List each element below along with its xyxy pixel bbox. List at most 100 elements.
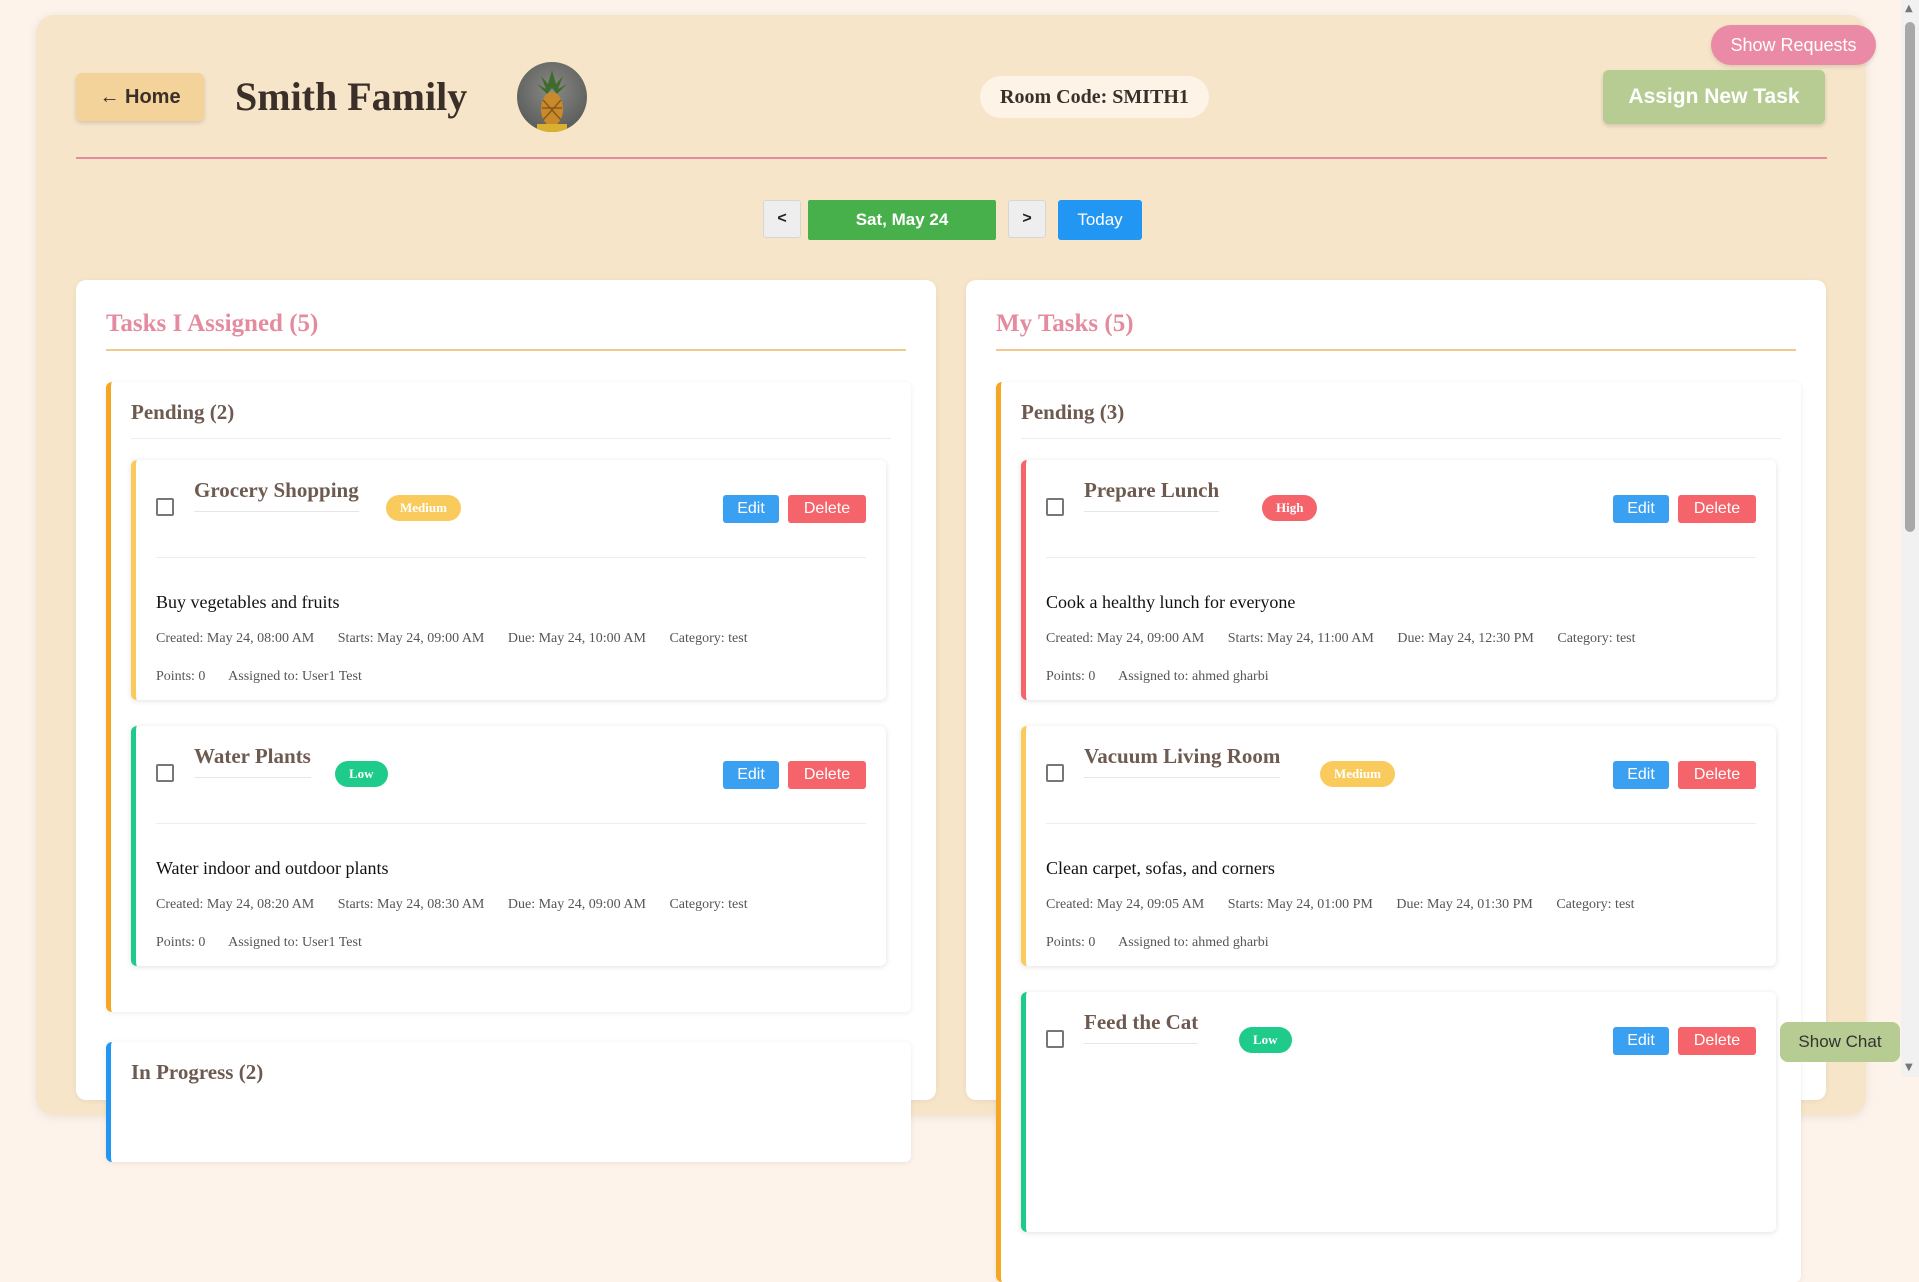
page-title: Smith Family (235, 74, 468, 119)
task-meta: Created: May 24, 09:05 AM Starts: May 24… (1046, 897, 1655, 913)
priority-badge: High (1262, 495, 1318, 521)
task-description: Clean carpet, sofas, and corners (1046, 858, 1275, 878)
edit-button[interactable]: Edit (1613, 761, 1669, 789)
task-created: Created: May 24, 09:00 AM (1046, 631, 1205, 646)
pending-group-title: Pending (3) (1021, 400, 1125, 424)
assigned-tasks-panel: Tasks I Assigned (5) Pending (2) Grocery… (76, 280, 936, 1162)
task-assignee: Assigned to: ahmed gharbi (1118, 669, 1269, 684)
scrollbar-thumb[interactable] (1905, 22, 1915, 532)
scroll-up-icon[interactable]: ▲ (1905, 3, 1913, 14)
task-assignee: Assigned to: ahmed gharbi (1118, 935, 1269, 950)
task-category: Category: test (1557, 631, 1636, 646)
priority-badge: Low (1239, 1027, 1292, 1053)
task-due: Due: May 24, 12:30 PM (1397, 631, 1534, 646)
task-created: Created: May 24, 09:05 AM (1046, 897, 1205, 912)
pineapple-icon (537, 70, 567, 132)
task-description: Cook a healthy lunch for everyone (1046, 592, 1296, 612)
current-date: Sat, May 24 (808, 200, 996, 240)
task-title: Grocery Shopping (194, 478, 359, 512)
task-checkbox[interactable] (156, 764, 174, 782)
task-title: Prepare Lunch (1084, 478, 1220, 512)
task-points: Points: 0 (1046, 935, 1096, 950)
delete-button[interactable]: Delete (1678, 1027, 1756, 1055)
edit-button[interactable]: Edit (723, 495, 779, 523)
task-description: Buy vegetables and fruits (156, 592, 340, 612)
assign-new-task-button[interactable]: Assign New Task (1603, 70, 1825, 124)
task-meta: Created: May 24, 08:00 AM Starts: May 24… (156, 631, 768, 647)
task-starts: Starts: May 24, 09:00 AM (337, 631, 485, 646)
delete-button[interactable]: Delete (788, 495, 866, 523)
task-starts: Starts: May 24, 08:30 AM (337, 897, 485, 912)
task-divider (156, 823, 866, 824)
pending-group: Pending (3) Prepare Lunch High Edit Dele… (996, 382, 1801, 1282)
task-points: Points: 0 (156, 935, 206, 950)
task-assignee: Assigned to: User1 Test (228, 669, 362, 684)
previous-day-button[interactable]: < (763, 200, 801, 238)
task-starts: Starts: May 24, 01:00 PM (1227, 897, 1373, 912)
priority-badge: Medium (386, 495, 461, 521)
task-category: Category: test (669, 897, 748, 912)
home-button[interactable]: ← Home (76, 73, 204, 121)
show-requests-button[interactable]: Show Requests (1711, 25, 1876, 65)
task-card: Grocery Shopping Medium Edit Delete Buy … (131, 460, 886, 700)
assigned-tasks-title: Tasks I Assigned (5) (106, 310, 319, 337)
task-points: Points: 0 (156, 669, 206, 684)
task-checkbox[interactable] (1046, 764, 1064, 782)
date-navigation: < Sat, May 24 > Today (0, 200, 1919, 240)
task-created: Created: May 24, 08:00 AM (156, 631, 315, 646)
task-title: Feed the Cat (1084, 1010, 1199, 1044)
task-meta-2: Points: 0 Assigned to: ahmed gharbi (1046, 935, 1289, 951)
group-divider (1021, 438, 1781, 439)
task-divider (1046, 823, 1756, 824)
task-checkbox[interactable] (1046, 1030, 1064, 1048)
task-title: Vacuum Living Room (1084, 744, 1281, 778)
priority-badge: Medium (1320, 761, 1395, 787)
next-day-button[interactable]: > (1008, 200, 1046, 238)
task-checkbox[interactable] (156, 498, 174, 516)
task-category: Category: test (1556, 897, 1635, 912)
task-card: Feed the Cat Low Edit Delete (1021, 992, 1776, 1232)
task-description: Water indoor and outdoor plants (156, 858, 389, 878)
delete-button[interactable]: Delete (788, 761, 866, 789)
room-code-badge: Room Code: SMITH1 (980, 76, 1209, 118)
my-tasks-panel: My Tasks (5) Pending (3) Prepare Lunch H… (966, 280, 1826, 1282)
task-meta-2: Points: 0 Assigned to: User1 Test (156, 669, 382, 685)
task-checkbox[interactable] (1046, 498, 1064, 516)
task-due: Due: May 24, 01:30 PM (1396, 897, 1533, 912)
task-assignee: Assigned to: User1 Test (228, 935, 362, 950)
priority-badge: Low (335, 761, 388, 787)
pending-group: Pending (2) Grocery Shopping Medium Edit… (106, 382, 911, 1012)
delete-button[interactable]: Delete (1678, 495, 1756, 523)
task-meta-2: Points: 0 Assigned to: ahmed gharbi (1046, 669, 1289, 685)
avatar (517, 62, 587, 132)
show-chat-button[interactable]: Show Chat (1780, 1022, 1900, 1062)
task-card: Vacuum Living Room Medium Edit Delete Cl… (1021, 726, 1776, 966)
task-meta-2: Points: 0 Assigned to: User1 Test (156, 935, 382, 951)
edit-button[interactable]: Edit (723, 761, 779, 789)
task-card: Prepare Lunch High Edit Delete Cook a he… (1021, 460, 1776, 700)
panel-divider (106, 349, 906, 351)
edit-button[interactable]: Edit (1613, 495, 1669, 523)
panel-divider (996, 349, 1796, 351)
scroll-down-icon[interactable]: ▼ (1905, 1062, 1913, 1073)
task-meta: Created: May 24, 08:20 AM Starts: May 24… (156, 897, 768, 913)
task-due: Due: May 24, 09:00 AM (507, 897, 646, 912)
task-created: Created: May 24, 08:20 AM (156, 897, 315, 912)
today-button[interactable]: Today (1058, 200, 1142, 240)
delete-button[interactable]: Delete (1678, 761, 1756, 789)
group-divider (131, 438, 891, 439)
in-progress-group: In Progress (2) (106, 1042, 911, 1162)
in-progress-group-title: In Progress (2) (131, 1060, 264, 1084)
edit-button[interactable]: Edit (1613, 1027, 1669, 1055)
task-meta: Created: May 24, 09:00 AM Starts: May 24… (1046, 631, 1656, 647)
task-starts: Starts: May 24, 11:00 AM (1227, 631, 1374, 646)
header-divider (76, 157, 1827, 159)
my-tasks-title: My Tasks (5) (996, 310, 1134, 337)
task-due: Due: May 24, 10:00 AM (507, 631, 646, 646)
task-card: Water Plants Low Edit Delete Water indoo… (131, 726, 886, 966)
task-title: Water Plants (194, 744, 311, 778)
task-divider (1046, 557, 1756, 558)
task-points: Points: 0 (1046, 669, 1096, 684)
pending-group-title: Pending (2) (131, 400, 235, 424)
task-category: Category: test (669, 631, 748, 646)
